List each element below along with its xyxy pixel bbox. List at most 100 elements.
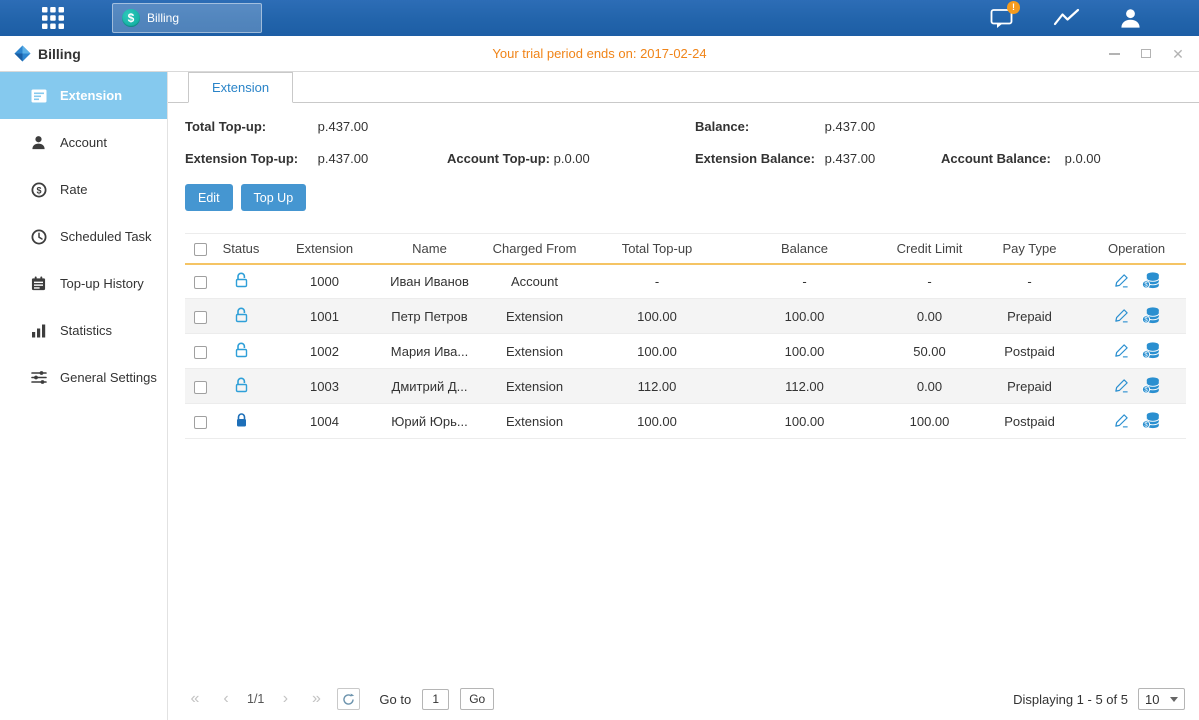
col-total-topup: Total Top-up	[592, 234, 722, 264]
last-page-button[interactable]: »	[306, 690, 326, 708]
topbar-right-icons: !	[987, 5, 1199, 31]
account-icon	[30, 134, 47, 151]
cell-total-topup: -	[592, 264, 722, 299]
sidebar-item-rate[interactable]: $ Rate	[0, 166, 167, 213]
maximize-icon[interactable]	[1139, 47, 1153, 61]
sidebar-item-account[interactable]: Account	[0, 119, 167, 166]
summary-balance: Balance: p.437.00	[695, 119, 941, 134]
balance-summary: Total Top-up: p.437.00 Balance: p.437.00…	[185, 119, 1185, 166]
edit-pencil-icon[interactable]	[1114, 273, 1129, 288]
lock-open-icon[interactable]	[234, 272, 249, 288]
cell-credit-limit: -	[887, 264, 972, 299]
account-topup-value: p.0.00	[554, 151, 590, 166]
sidebar-item-extension[interactable]: Extension	[0, 72, 167, 119]
cell-extension: 1001	[267, 299, 382, 334]
sidebar-item-scheduled-task[interactable]: Scheduled Task	[0, 213, 167, 260]
summary-spacer	[941, 119, 1185, 134]
topup-coins-icon[interactable]: $	[1142, 377, 1160, 394]
lock-open-icon[interactable]	[234, 377, 249, 393]
cell-extension: 1002	[267, 334, 382, 369]
body-row: Extension Account $ Rate Scheduled Task	[0, 72, 1199, 720]
sidebar-item-label: Statistics	[60, 323, 112, 338]
row-checkbox[interactable]	[194, 311, 207, 324]
page-size-select[interactable]: 10	[1138, 688, 1185, 710]
goto-page-input[interactable]	[422, 689, 449, 710]
refresh-button[interactable]	[337, 688, 360, 710]
summary-total-topup: Total Top-up: p.437.00	[185, 119, 447, 134]
row-checkbox[interactable]	[194, 381, 207, 394]
sidebar-item-topup-history[interactable]: Top-up History	[0, 260, 167, 307]
extension-icon	[30, 87, 47, 104]
line-chart-icon[interactable]	[1051, 5, 1081, 31]
topup-coins-icon[interactable]: $	[1142, 307, 1160, 324]
row-checkbox[interactable]	[194, 416, 207, 429]
user-icon[interactable]	[1115, 5, 1145, 31]
row-checkbox[interactable]	[194, 276, 207, 289]
page-indicator: 1/1	[247, 692, 264, 706]
cell-name: Петр Петров	[382, 299, 477, 334]
sidebar-item-label: Account	[60, 135, 107, 150]
apps-grid-glyph	[40, 5, 66, 31]
row-checkbox[interactable]	[194, 346, 207, 359]
edit-pencil-icon[interactable]	[1114, 413, 1129, 428]
cell-credit-limit: 0.00	[887, 369, 972, 404]
cell-extension: 1003	[267, 369, 382, 404]
billing-app-window: $ Billing !	[0, 0, 1199, 720]
general-settings-icon	[30, 369, 47, 386]
sidebar-item-label: Top-up History	[60, 276, 144, 291]
topbar-tab-billing[interactable]: $ Billing	[112, 3, 262, 33]
close-icon[interactable]: ✕	[1171, 47, 1185, 61]
statistics-icon	[30, 322, 47, 339]
dollar-icon: $	[122, 9, 140, 27]
edit-pencil-icon[interactable]	[1114, 378, 1129, 393]
window-controls: ✕	[1107, 47, 1185, 61]
edit-pencil-icon[interactable]	[1114, 343, 1129, 358]
next-page-button[interactable]: ›	[275, 690, 295, 708]
topbar-tab-label: Billing	[147, 11, 179, 25]
sidebar-item-general-settings[interactable]: General Settings	[0, 354, 167, 401]
cell-balance: 100.00	[722, 299, 887, 334]
first-page-button[interactable]: «	[185, 690, 205, 708]
messages-icon[interactable]: !	[987, 5, 1017, 31]
sidebar-item-label: Rate	[60, 182, 87, 197]
cell-name: Мария Ива...	[382, 334, 477, 369]
cell-total-topup: 100.00	[592, 334, 722, 369]
topup-coins-icon[interactable]: $	[1142, 342, 1160, 359]
cell-balance: 100.00	[722, 334, 887, 369]
cell-name: Дмитрий Д...	[382, 369, 477, 404]
total-topup-label: Total Top-up:	[185, 119, 314, 134]
cell-charged-from: Extension	[477, 334, 592, 369]
tab-extension[interactable]: Extension	[188, 72, 293, 103]
edit-button[interactable]: Edit	[185, 184, 233, 211]
sidebar-item-statistics[interactable]: Statistics	[0, 307, 167, 354]
topup-coins-icon[interactable]: $	[1142, 272, 1160, 289]
cell-charged-from: Extension	[477, 299, 592, 334]
go-button[interactable]: Go	[460, 688, 494, 710]
lock-open-icon[interactable]	[234, 307, 249, 323]
goto-label: Go to	[379, 692, 411, 707]
cell-balance: 112.00	[722, 369, 887, 404]
select-all-checkbox[interactable]	[194, 243, 207, 256]
col-operation: Operation	[1087, 234, 1186, 264]
edit-pencil-icon[interactable]	[1114, 308, 1129, 323]
apps-grid-icon[interactable]	[38, 3, 68, 33]
minimize-icon[interactable]	[1107, 47, 1121, 61]
topup-coins-icon[interactable]: $	[1142, 412, 1160, 429]
extension-topup-value: p.437.00	[318, 151, 369, 166]
cell-pay-type: -	[972, 264, 1087, 299]
lock-closed-icon[interactable]	[234, 412, 249, 428]
topbar: $ Billing !	[0, 0, 1199, 36]
top-up-button[interactable]: Top Up	[241, 184, 307, 211]
refresh-icon	[342, 693, 355, 706]
cell-total-topup: 112.00	[592, 369, 722, 404]
svg-text:$: $	[36, 185, 41, 195]
total-topup-value: p.437.00	[318, 119, 369, 134]
line-chart-glyph	[1053, 8, 1080, 28]
topup-history-icon	[30, 275, 47, 292]
col-balance: Balance	[722, 234, 887, 264]
cell-total-topup: 100.00	[592, 299, 722, 334]
lock-open-icon[interactable]	[234, 342, 249, 358]
prev-page-button[interactable]: ‹	[216, 690, 236, 708]
pagination-summary: Displaying 1 - 5 of 5 10	[1013, 688, 1185, 710]
table-row: 1003 Дмитрий Д... Extension 112.00 112.0…	[185, 369, 1186, 404]
